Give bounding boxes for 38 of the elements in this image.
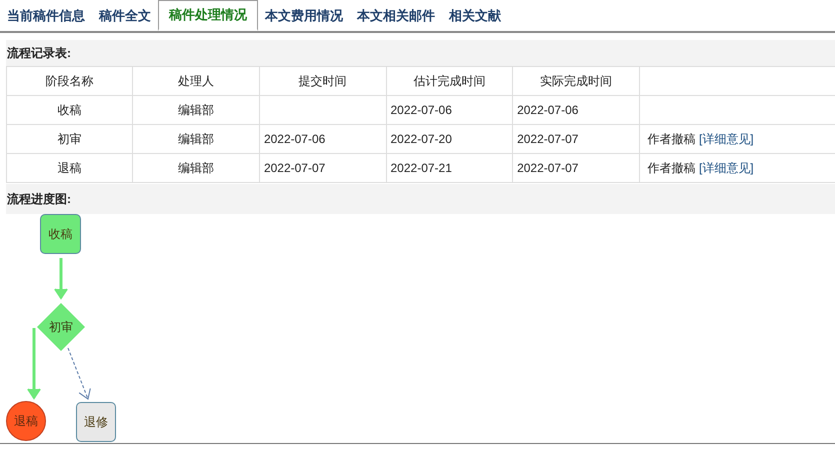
table-cell: 编辑部 (132, 154, 260, 182)
tab[interactable]: 当前稿件信息 (0, 0, 92, 31)
details-link[interactable]: [详细意见] (698, 160, 754, 174)
tab[interactable]: 稿件全文 (92, 0, 158, 31)
column-header: 提交时间 (259, 66, 386, 96)
tab[interactable]: 相关文献 (442, 0, 508, 31)
table-cell: 退稿 (6, 154, 133, 182)
table-cell: 2022-07-06 (512, 96, 640, 124)
column-header: 实际完成时间 (512, 66, 640, 96)
table-cell: 2022-07-07 (512, 154, 640, 182)
flow-node: 退稿 (6, 401, 46, 441)
table-cell: 初审 (6, 124, 133, 154)
column-header: 阶段名称 (6, 66, 133, 96)
flow-node: 退修 (76, 402, 116, 442)
flow-node: 收稿 (40, 214, 81, 254)
column-header: 处理人 (132, 66, 260, 96)
table-cell: 2022-07-06 (259, 124, 386, 154)
table-cell: 2022-07-20 (386, 124, 513, 154)
table-cell: 编辑部 (132, 124, 260, 154)
arrow (27, 328, 41, 400)
note-text: 作者撤稿 (648, 160, 696, 174)
column-header: 估计完成时间 (386, 66, 513, 96)
tab[interactable]: 稿件处理情况 (158, 0, 258, 31)
table-cell: 收稿 (6, 96, 133, 124)
details-link[interactable]: [详细意见] (698, 132, 754, 146)
table-cell: 2022-07-07 (512, 124, 640, 154)
tab[interactable]: 本文费用情况 (258, 0, 350, 31)
tab[interactable]: 本文相关邮件 (350, 0, 442, 31)
table-cell: 2022-07-07 (259, 154, 386, 182)
arrow (54, 258, 68, 300)
table-cell: 2022-07-21 (386, 154, 513, 182)
section-title: 流程进度图: (7, 190, 71, 208)
note-text: 作者撤稿 (648, 132, 696, 146)
table-cell: 2022-07-06 (386, 96, 513, 124)
dashed-arrow (68, 348, 91, 400)
flow-node: 初审 (37, 303, 85, 351)
table-cell: 编辑部 (132, 96, 260, 124)
section-title: 流程记录表: (7, 44, 71, 62)
